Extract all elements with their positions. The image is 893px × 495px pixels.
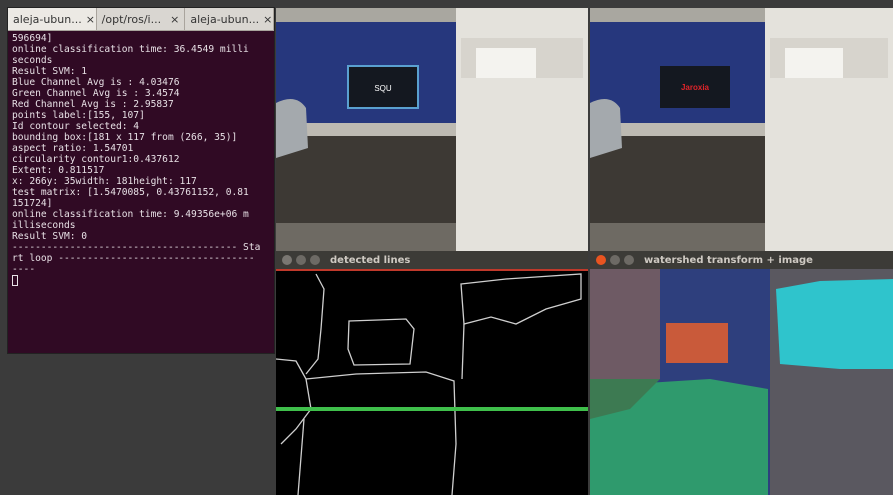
camera-scene-raw: SQU: [276, 8, 588, 251]
terminal-line: test matrix: [1.5470085, 0.43761152, 0.8…: [12, 187, 249, 198]
terminal-line: x: 266y: 35width: 181height: 117: [12, 176, 197, 187]
terminal-line: rt loop --------------------------------…: [12, 253, 255, 264]
terminal-line: online classification time: 36.4549 mill…: [12, 44, 249, 55]
terminal-line: ----: [12, 264, 36, 275]
window-titlebar[interactable]: detected lines: [276, 251, 588, 269]
floor: [276, 223, 456, 251]
terminal-line: Blue Channel Avg is : 4.03476: [12, 77, 180, 88]
tab-label: aleja-ubun...: [13, 12, 82, 26]
lines-canvas: [276, 269, 588, 495]
terminal-line: aspect ratio: 1.54701: [12, 143, 134, 154]
camera-scene-classified: Jaroxia: [590, 8, 893, 251]
maximize-icon[interactable]: [624, 255, 634, 265]
terminal-line: --------------------------------------- …: [12, 242, 261, 253]
terminal-line: Id contour selected: 4: [12, 121, 140, 132]
terminal-line: Result SVM: 0: [12, 231, 88, 242]
terminal-line: illiseconds: [12, 220, 76, 231]
terminal-tab-3[interactable]: aleja-ubun... ×: [185, 8, 275, 30]
terminal-tab-1[interactable]: aleja-ubun... ×: [8, 8, 97, 30]
window-title: watershed transform + image: [644, 254, 813, 266]
close-icon[interactable]: [596, 255, 606, 265]
camera-view-raw: SQU: [276, 8, 588, 251]
camera-view-classified: Jaroxia: [590, 8, 893, 251]
segment-monitor: [666, 323, 728, 363]
terminal-line: 596694]: [12, 33, 53, 44]
close-icon[interactable]: ×: [86, 13, 95, 26]
tab-label: aleja-ubun...: [190, 12, 260, 26]
terminal-line: bounding box:[181 x 117 from (266, 35)]: [12, 132, 238, 143]
terminal-line: circularity contour1:0.437612: [12, 154, 180, 165]
minimize-icon[interactable]: [610, 255, 620, 265]
monitor-label: Jaroxia: [681, 83, 710, 92]
terminal-line: Red Channel Avg is : 2.95837: [12, 99, 174, 110]
maximize-icon[interactable]: [310, 255, 320, 265]
segment-left: [590, 269, 660, 379]
close-icon[interactable]: ×: [170, 13, 179, 26]
printer: [476, 48, 536, 78]
terminal-cursor: [12, 275, 18, 286]
close-icon[interactable]: ×: [263, 13, 272, 26]
terminal-tab-2[interactable]: /opt/ros/i... ×: [97, 8, 186, 30]
terminal-line: Green Channel Avg is : 3.4574: [12, 88, 180, 99]
monitor-label: SQU: [374, 84, 392, 93]
segment-printer: [776, 279, 893, 369]
minimize-icon[interactable]: [296, 255, 306, 265]
terminal-line: Result SVM: 1: [12, 66, 88, 77]
window-title: detected lines: [330, 254, 411, 266]
floor: [590, 223, 765, 251]
terminal-line: seconds: [12, 55, 53, 66]
chair: [276, 99, 308, 158]
terminal-line: Extent: 0.811517: [12, 165, 105, 176]
terminal-line: 151724]: [12, 198, 53, 209]
terminal-tab-bar: aleja-ubun... × /opt/ros/i... × aleja-ub…: [8, 8, 275, 31]
printer: [785, 48, 843, 78]
window-titlebar[interactable]: watershed transform + image: [590, 251, 893, 269]
watershed-canvas: [590, 269, 893, 495]
tab-label: /opt/ros/i...: [101, 12, 162, 26]
terminal-window[interactable]: aleja-ubun... × /opt/ros/i... × aleja-ub…: [8, 8, 275, 353]
close-icon[interactable]: [282, 255, 292, 265]
watershed-window[interactable]: watershed transform + image: [590, 251, 893, 495]
detected-lines-window[interactable]: detected lines: [276, 251, 588, 495]
terminal-output[interactable]: 596694] online classification time: 36.45…: [8, 30, 274, 353]
chair: [590, 99, 622, 158]
terminal-line: points label:[155, 107]: [12, 110, 145, 121]
terminal-line: online classification time: 9.49356e+06 …: [12, 209, 249, 220]
